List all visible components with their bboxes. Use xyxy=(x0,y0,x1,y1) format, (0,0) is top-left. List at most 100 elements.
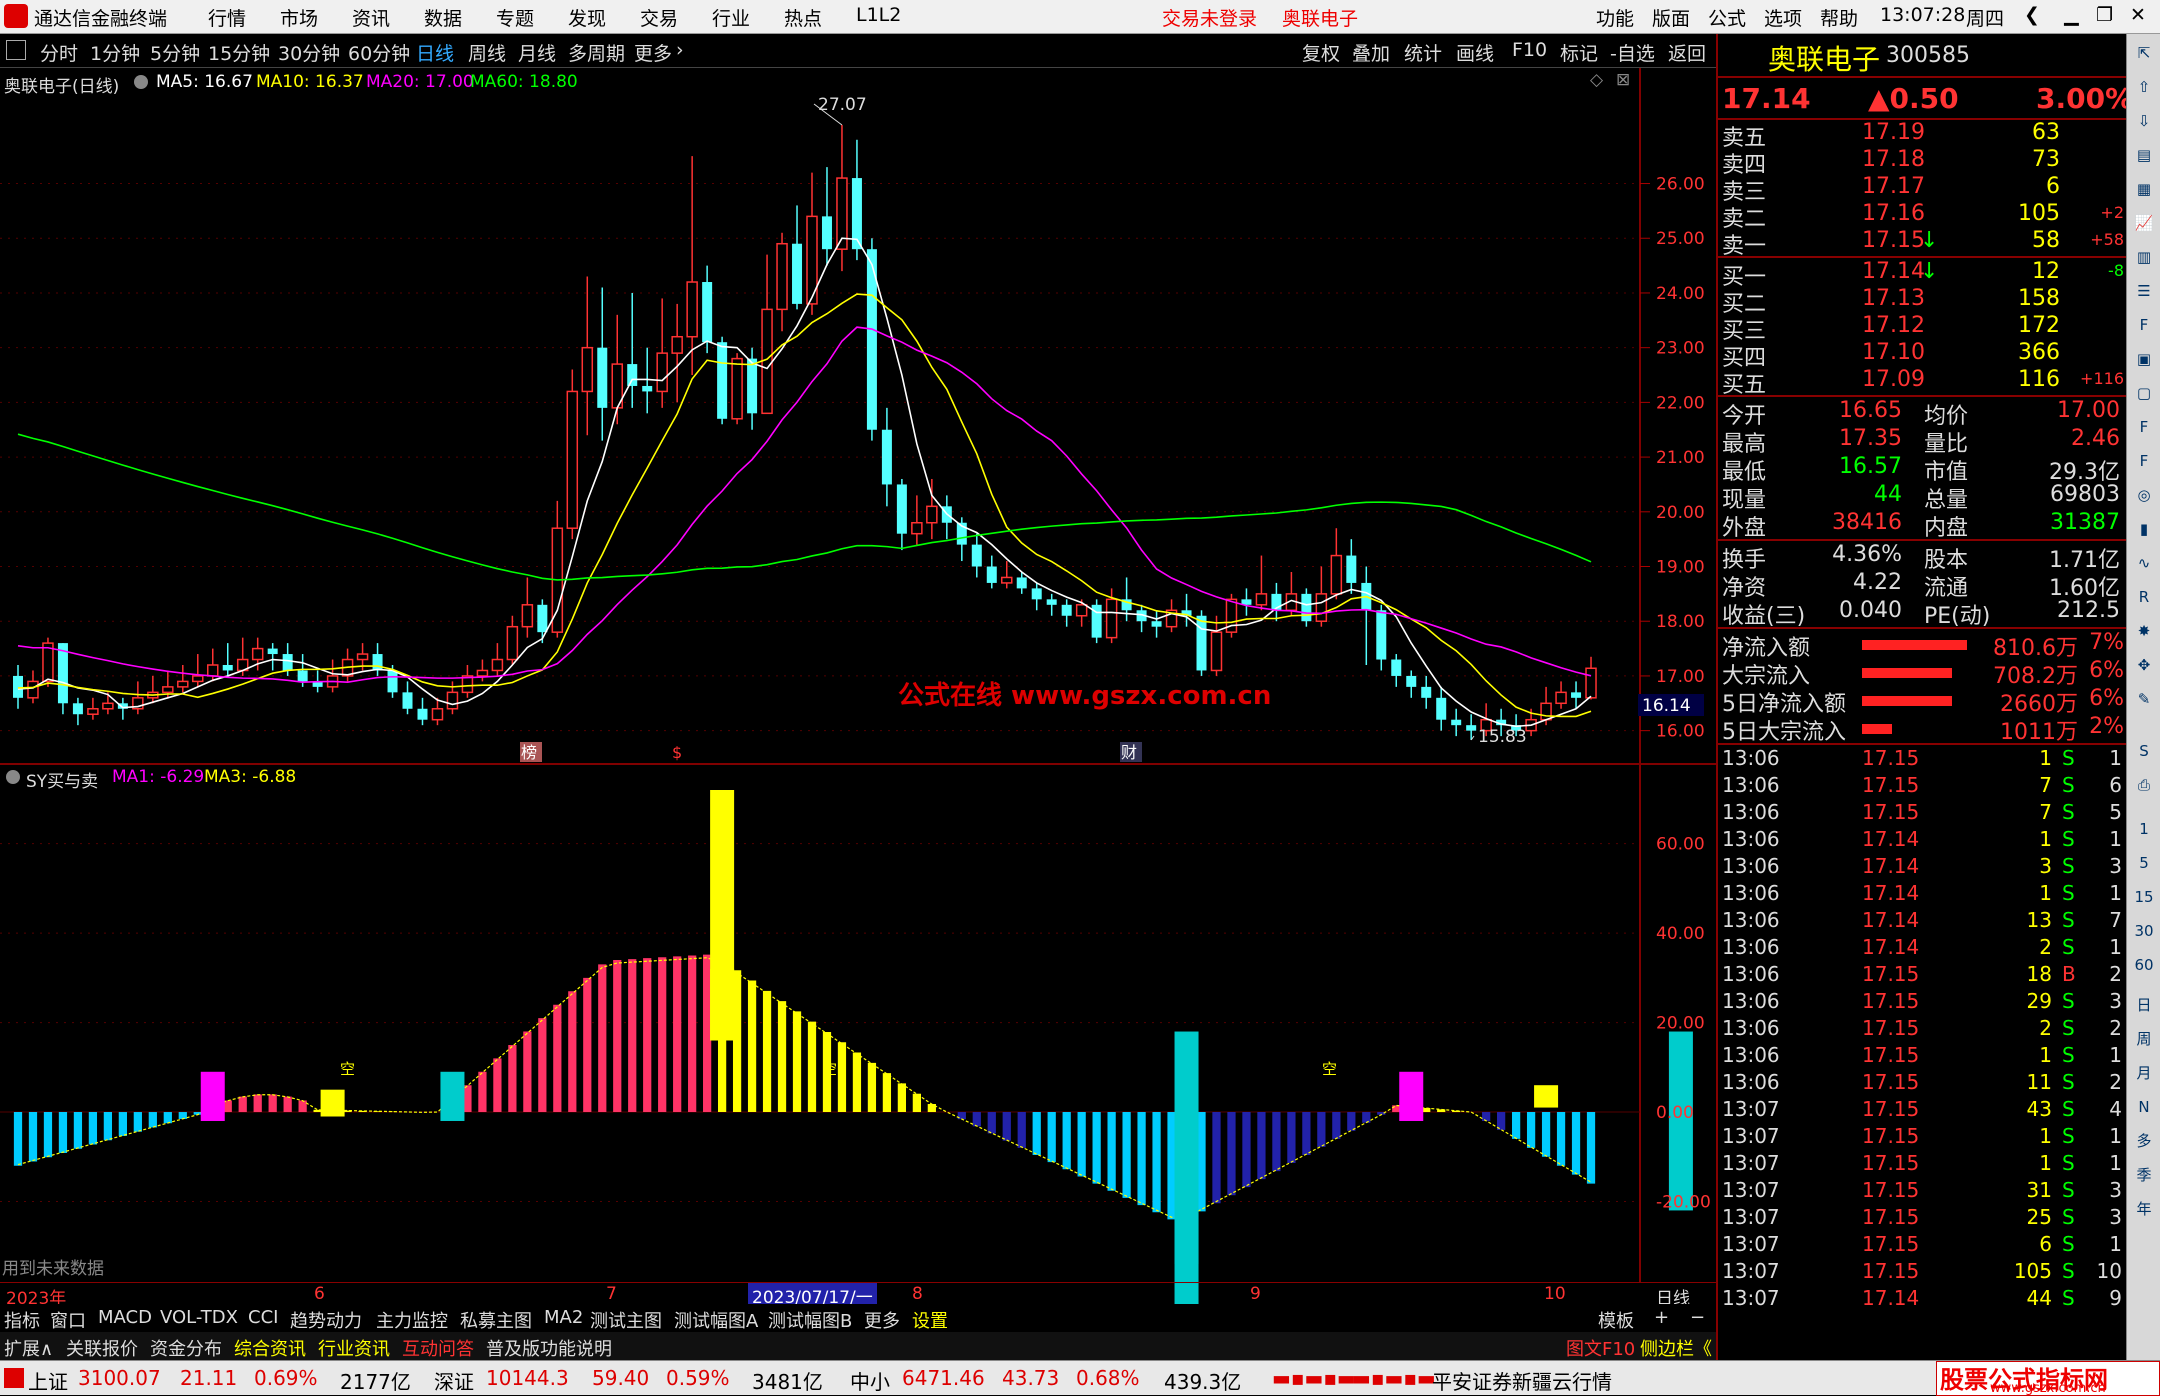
day-icon[interactable]: 日 xyxy=(2131,992,2157,1018)
period-menu-icon[interactable] xyxy=(6,40,26,60)
menu-zhuanti[interactable]: 专题 xyxy=(496,4,534,31)
print-icon[interactable]: ⎙ xyxy=(2131,772,2157,798)
period-daily[interactable]: 日线 xyxy=(416,39,454,66)
multi-icon[interactable]: 多 xyxy=(2131,1128,2157,1154)
menu-bangzhu[interactable]: 帮助 xyxy=(1820,4,1858,31)
period-30min[interactable]: 30分钟 xyxy=(278,39,340,66)
report-icon[interactable]: ▤ xyxy=(2131,142,2157,168)
close-icon[interactable]: ✕ xyxy=(2130,4,2146,26)
minimize-icon[interactable]: ▁ xyxy=(2064,4,2079,26)
template-button[interactable]: 模板 xyxy=(1598,1307,1634,1333)
menu-hangye[interactable]: 行业 xyxy=(712,4,750,31)
tab-kuozhan[interactable]: 扩展∧ xyxy=(4,1335,53,1361)
grid-icon[interactable]: ▦ xyxy=(2131,176,2157,202)
tab-guanlian[interactable]: 关联报价 xyxy=(66,1335,138,1361)
add-button[interactable]: + xyxy=(1654,1307,1669,1328)
year-icon[interactable]: 年 xyxy=(2131,1196,2157,1222)
down-arrow-icon[interactable]: ⇩ xyxy=(2131,108,2157,134)
sidebar-toggle-button[interactable]: 侧边栏《 xyxy=(1640,1335,1712,1361)
chart-area[interactable]: 26.00 25.00 24.00 23.00 22.00 21.00 20.00 19.00… xyxy=(0,68,1716,1304)
menu-xuanxiang[interactable]: 选项 xyxy=(1764,4,1802,31)
menu-shuju[interactable]: 数据 xyxy=(424,4,462,31)
tool-zixuan[interactable]: -自选 xyxy=(1610,39,1655,66)
circle-icon[interactable]: ◎ xyxy=(2131,482,2157,508)
week-icon[interactable]: 周 xyxy=(2131,1026,2157,1052)
up-arrow-icon[interactable]: ⇧ xyxy=(2131,74,2157,100)
period-60min[interactable]: 60分钟 xyxy=(348,39,410,66)
period-more[interactable]: 更多 xyxy=(634,39,672,66)
tab-hudong[interactable]: 互动问答 xyxy=(402,1335,474,1361)
bug-icon[interactable]: ✸ xyxy=(2131,618,2157,644)
menu-gongshi[interactable]: 公式 xyxy=(1708,4,1746,31)
tab-puji[interactable]: 普及版功能说明 xyxy=(486,1335,612,1361)
fs-icon[interactable]: S xyxy=(2131,738,2157,764)
kline-icon[interactable]: ▥ xyxy=(2131,244,2157,270)
sz-label[interactable]: 深证 xyxy=(434,1366,474,1395)
f10-icon[interactable]: F xyxy=(2131,312,2157,338)
indicator-dot-icon[interactable] xyxy=(6,770,20,784)
period-monthly[interactable]: 月线 xyxy=(518,39,556,66)
f12-icon[interactable]: F xyxy=(2131,414,2157,440)
pen-icon[interactable]: ✎ xyxy=(2131,686,2157,712)
table-icon[interactable]: ▣ xyxy=(2131,346,2157,372)
tab-chuangkou[interactable]: 窗口 xyxy=(50,1307,86,1333)
list-icon[interactable]: ☰ xyxy=(2131,278,2157,304)
remove-button[interactable]: − xyxy=(1690,1307,1705,1328)
menu-banmian[interactable]: 版面 xyxy=(1652,4,1690,31)
tab-settings[interactable]: 设置 xyxy=(912,1307,948,1333)
period-5min[interactable]: 5分钟 xyxy=(150,39,200,66)
period-fenshi[interactable]: 分时 xyxy=(40,39,78,66)
tab-zonghe[interactable]: 综合资讯 xyxy=(234,1335,306,1361)
tuwen-f10-button[interactable]: 图文F10 xyxy=(1566,1335,1635,1361)
menu-jiaoyi[interactable]: 交易 xyxy=(640,4,678,31)
tab-more[interactable]: 更多 xyxy=(864,1307,900,1333)
wave-icon[interactable]: ∿ xyxy=(2131,550,2157,576)
period-multi[interactable]: 多周期 xyxy=(568,39,625,66)
n-icon[interactable]: N xyxy=(2131,1094,2157,1120)
tab-macd[interactable]: MACD xyxy=(98,1307,152,1328)
tab-qushi[interactable]: 趋势动力 xyxy=(290,1307,362,1333)
menu-hangqing[interactable]: 行情 xyxy=(208,4,246,31)
season-icon[interactable]: 季 xyxy=(2131,1162,2157,1188)
stock-name[interactable]: 奥联电子 xyxy=(1768,38,1880,78)
login-status[interactable]: 交易未登录 xyxy=(1162,4,1257,31)
tool-biaoji[interactable]: 标记 xyxy=(1560,39,1598,66)
tool-fuquan[interactable]: 复权 xyxy=(1302,39,1340,66)
tool-f10[interactable]: F10 xyxy=(1512,39,1547,61)
period-weekly[interactable]: 周线 xyxy=(468,39,506,66)
share-icon[interactable]: ⇱ xyxy=(2131,40,2157,66)
menu-faxian[interactable]: 发现 xyxy=(568,4,606,31)
chevron-right-icon[interactable]: › xyxy=(676,39,684,61)
tab-zhuli[interactable]: 主力监控 xyxy=(376,1307,448,1333)
rsi-icon[interactable]: R xyxy=(2131,584,2157,610)
move-icon[interactable]: ✥ xyxy=(2131,652,2157,678)
menu-l1l2[interactable]: L1L2 xyxy=(856,4,901,26)
month-icon[interactable]: 月 xyxy=(2131,1060,2157,1086)
tab-zhibiao[interactable]: 指标 xyxy=(4,1307,40,1333)
tab-zijin[interactable]: 资金分布 xyxy=(150,1335,222,1361)
tool-tongji[interactable]: 统计 xyxy=(1404,39,1442,66)
tab-vol-tdx[interactable]: VOL-TDX xyxy=(160,1307,238,1328)
period-15min[interactable]: 15分钟 xyxy=(208,39,270,66)
line-chart-icon[interactable]: 📈 xyxy=(2131,210,2157,236)
tab-ceshi-a[interactable]: 测试幅图A xyxy=(674,1307,758,1333)
menu-shichang[interactable]: 市场 xyxy=(280,4,318,31)
zx-label[interactable]: 中小 xyxy=(850,1366,890,1395)
tool-diejia[interactable]: 叠加 xyxy=(1352,39,1390,66)
f1-icon[interactable]: F xyxy=(2131,448,2157,474)
menu-gongneng[interactable]: 功能 xyxy=(1596,4,1634,31)
tab-ceshi-b[interactable]: 测试幅图B xyxy=(768,1307,852,1333)
tab-simu[interactable]: 私募主图 xyxy=(460,1307,532,1333)
restore-icon[interactable]: ❐ xyxy=(2096,4,2113,26)
tab-ma2[interactable]: MA2 xyxy=(544,1307,583,1328)
back-icon[interactable]: ❮ xyxy=(2024,4,2040,26)
num-15-icon[interactable]: 15 xyxy=(2131,884,2157,910)
menu-redian[interactable]: 热点 xyxy=(784,4,822,31)
sh-label[interactable]: 上证 xyxy=(28,1366,68,1395)
bar-icon[interactable]: ▮ xyxy=(2131,516,2157,542)
tab-cci[interactable]: CCI xyxy=(248,1307,278,1328)
num-1-icon[interactable]: 1 xyxy=(2131,816,2157,842)
period-1min[interactable]: 1分钟 xyxy=(90,39,140,66)
tool-fanhui[interactable]: 返回 xyxy=(1668,39,1706,66)
num-60-icon[interactable]: 60 xyxy=(2131,952,2157,978)
